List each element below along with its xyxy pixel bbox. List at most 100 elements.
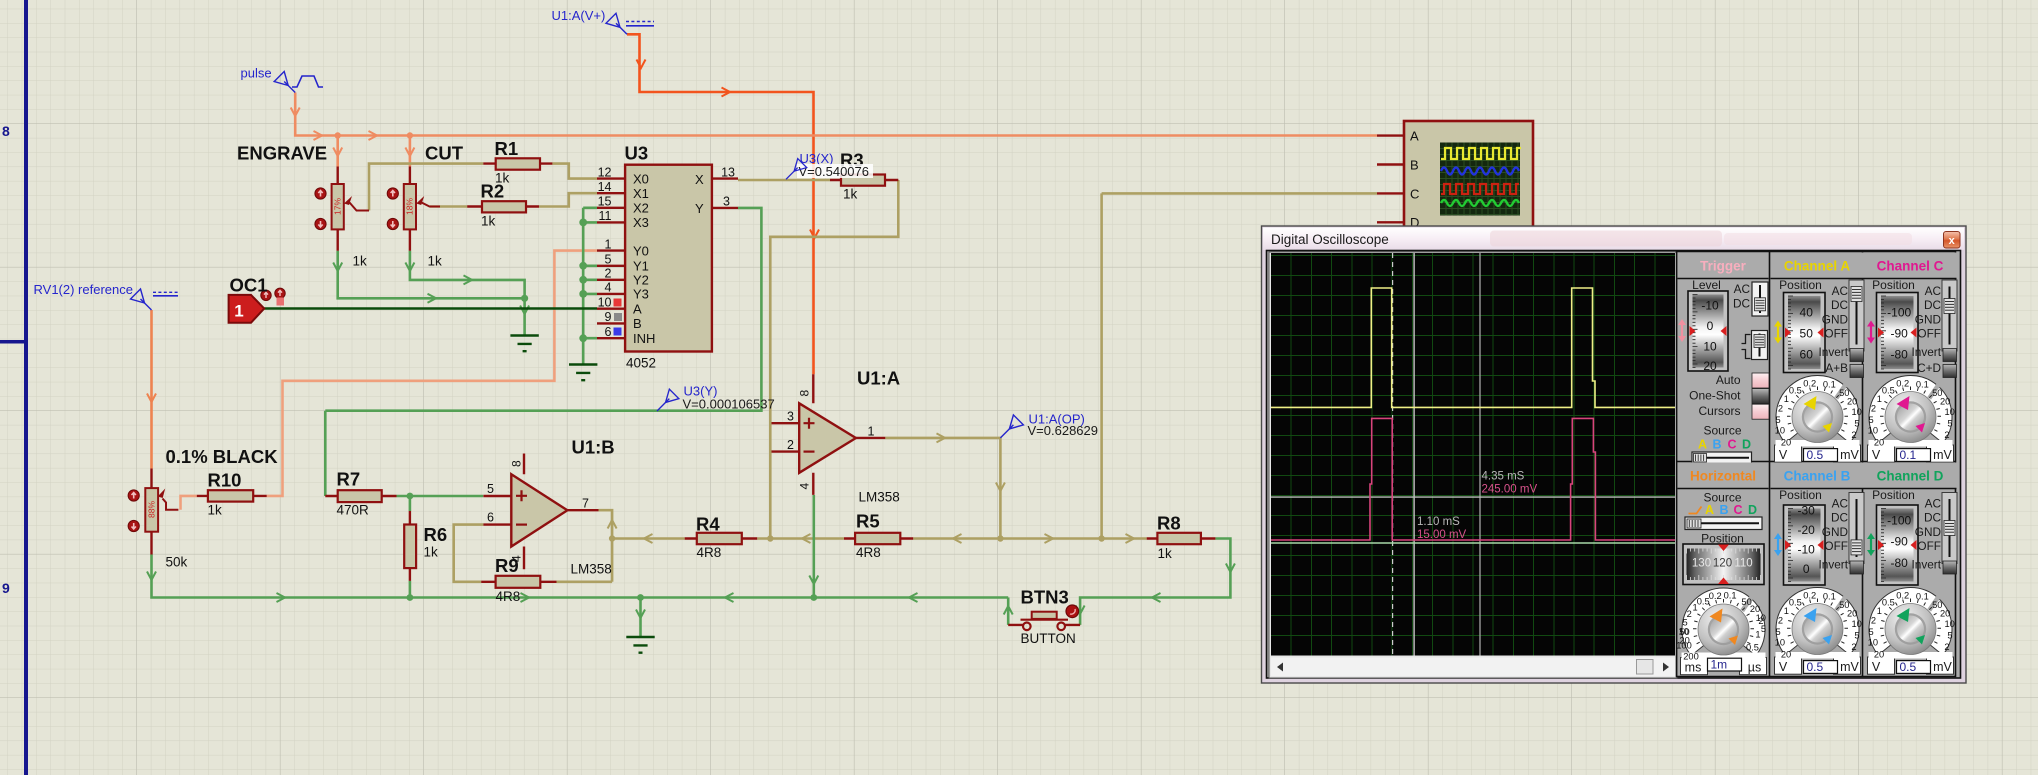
- svg-text:LM358: LM358: [859, 490, 900, 505]
- svg-text:Y2: Y2: [633, 273, 649, 288]
- svg-text:9: 9: [2, 580, 10, 596]
- svg-text:One-Shot: One-Shot: [1689, 389, 1741, 403]
- svg-text:Position: Position: [1779, 488, 1822, 502]
- svg-text:88%: 88%: [147, 501, 157, 518]
- svg-text:GND: GND: [1822, 525, 1848, 539]
- svg-text:4: 4: [798, 483, 812, 490]
- svg-text:60: 60: [1800, 348, 1814, 362]
- svg-text:0.2: 0.2: [1709, 591, 1722, 601]
- svg-text:OFF: OFF: [1824, 539, 1848, 553]
- svg-text:Invert: Invert: [1911, 345, 1941, 359]
- svg-text:GND: GND: [1822, 312, 1848, 326]
- svg-text:10: 10: [1868, 638, 1878, 648]
- svg-text:A: A: [1705, 503, 1714, 517]
- svg-text:Y0: Y0: [633, 244, 649, 259]
- svg-text:10: 10: [1703, 340, 1717, 354]
- svg-text:18%: 18%: [405, 198, 415, 215]
- svg-text:5: 5: [1947, 630, 1952, 640]
- svg-text:B: B: [1719, 503, 1728, 517]
- svg-text:D: D: [1748, 503, 1757, 517]
- svg-text:0.2: 0.2: [1803, 590, 1816, 600]
- svg-text:R10: R10: [208, 470, 242, 491]
- svg-text:0.1: 0.1: [1916, 592, 1929, 602]
- svg-text:ms: ms: [1685, 661, 1702, 675]
- svg-text:LM358: LM358: [571, 562, 612, 577]
- svg-text:5: 5: [487, 482, 494, 496]
- svg-text:7: 7: [582, 497, 589, 511]
- svg-text:DC: DC: [1924, 511, 1942, 525]
- svg-text:0.5: 0.5: [1697, 597, 1710, 607]
- svg-text:Invert: Invert: [1818, 345, 1848, 359]
- svg-text:C: C: [1410, 187, 1419, 202]
- svg-text:20: 20: [1847, 397, 1857, 407]
- svg-text:1k: 1k: [481, 214, 496, 229]
- svg-text:AC: AC: [1925, 284, 1942, 298]
- svg-text:1: 1: [1755, 630, 1760, 640]
- svg-text:0.2: 0.2: [1803, 378, 1816, 388]
- svg-text:OFF: OFF: [1917, 327, 1941, 341]
- svg-text:-10: -10: [1701, 299, 1719, 313]
- svg-text:3: 3: [787, 410, 794, 424]
- svg-text:0.2: 0.2: [1896, 590, 1909, 600]
- svg-text:µs: µs: [1748, 661, 1761, 675]
- svg-text:15: 15: [598, 195, 612, 209]
- svg-text:V=0.000106537: V=0.000106537: [683, 397, 775, 412]
- svg-text:BUTTON: BUTTON: [1021, 631, 1076, 646]
- svg-text:Trigger: Trigger: [1700, 259, 1747, 274]
- svg-text:6: 6: [605, 325, 612, 339]
- svg-text:R7: R7: [337, 469, 361, 490]
- svg-text:A+B: A+B: [1825, 361, 1848, 375]
- svg-text:-30: -30: [1798, 504, 1816, 518]
- svg-text:Position: Position: [1872, 488, 1915, 502]
- svg-text:GND: GND: [1915, 312, 1941, 326]
- svg-text:245.00 mV: 245.00 mV: [1482, 484, 1538, 496]
- svg-text:BTN3: BTN3: [1021, 587, 1069, 608]
- svg-text:mV: mV: [1933, 448, 1952, 462]
- svg-text:V: V: [1779, 660, 1788, 674]
- svg-text:-90: -90: [1891, 535, 1909, 549]
- svg-text:50: 50: [1800, 327, 1814, 341]
- svg-text:Auto: Auto: [1716, 373, 1741, 387]
- svg-text:10: 10: [1852, 619, 1862, 629]
- svg-text:0.5: 0.5: [1882, 386, 1895, 396]
- svg-text:10: 10: [1775, 638, 1785, 648]
- svg-text:1k: 1k: [495, 171, 510, 186]
- svg-text:5: 5: [1854, 418, 1859, 428]
- svg-text:AC: AC: [1832, 284, 1849, 298]
- svg-text:Position: Position: [1872, 278, 1915, 292]
- svg-text:20: 20: [1940, 609, 1950, 619]
- svg-text:C+D: C+D: [1917, 361, 1941, 375]
- svg-text:0.1% BLACK: 0.1% BLACK: [166, 446, 279, 467]
- svg-text:Y: Y: [695, 201, 704, 216]
- svg-text:AC: AC: [1832, 497, 1849, 511]
- svg-text:Digital Oscilloscope: Digital Oscilloscope: [1271, 232, 1389, 247]
- svg-text:5: 5: [1947, 418, 1952, 428]
- svg-text:0.1: 0.1: [1823, 592, 1836, 602]
- svg-text:2: 2: [1778, 616, 1783, 626]
- svg-text:14: 14: [598, 180, 612, 194]
- svg-text:5: 5: [1776, 415, 1781, 425]
- svg-text:X: X: [695, 172, 704, 187]
- svg-text:1: 1: [1784, 606, 1789, 616]
- svg-text:U3: U3: [625, 143, 649, 164]
- svg-text:1: 1: [868, 425, 875, 439]
- svg-text:Y3: Y3: [633, 287, 649, 302]
- svg-text:Channel D: Channel D: [1877, 469, 1944, 484]
- svg-text:0.2: 0.2: [1896, 378, 1909, 388]
- svg-text:10: 10: [1945, 619, 1955, 629]
- svg-text:-80: -80: [1891, 348, 1909, 362]
- svg-text:1k: 1k: [843, 187, 858, 202]
- svg-text:mV: mV: [1840, 448, 1859, 462]
- svg-text:13: 13: [721, 166, 735, 180]
- svg-text:AC: AC: [1734, 282, 1751, 296]
- svg-text:R5: R5: [856, 511, 880, 532]
- svg-text:V: V: [1872, 448, 1881, 462]
- svg-text:4052: 4052: [626, 356, 656, 371]
- svg-text:1k: 1k: [208, 503, 223, 518]
- svg-text:50k: 50k: [166, 555, 188, 570]
- svg-text:1: 1: [1693, 602, 1698, 612]
- svg-text:Invert: Invert: [1911, 558, 1941, 572]
- svg-text:20: 20: [1874, 650, 1884, 660]
- svg-text:Horizontal: Horizontal: [1690, 469, 1756, 484]
- svg-text:50: 50: [1679, 627, 1689, 637]
